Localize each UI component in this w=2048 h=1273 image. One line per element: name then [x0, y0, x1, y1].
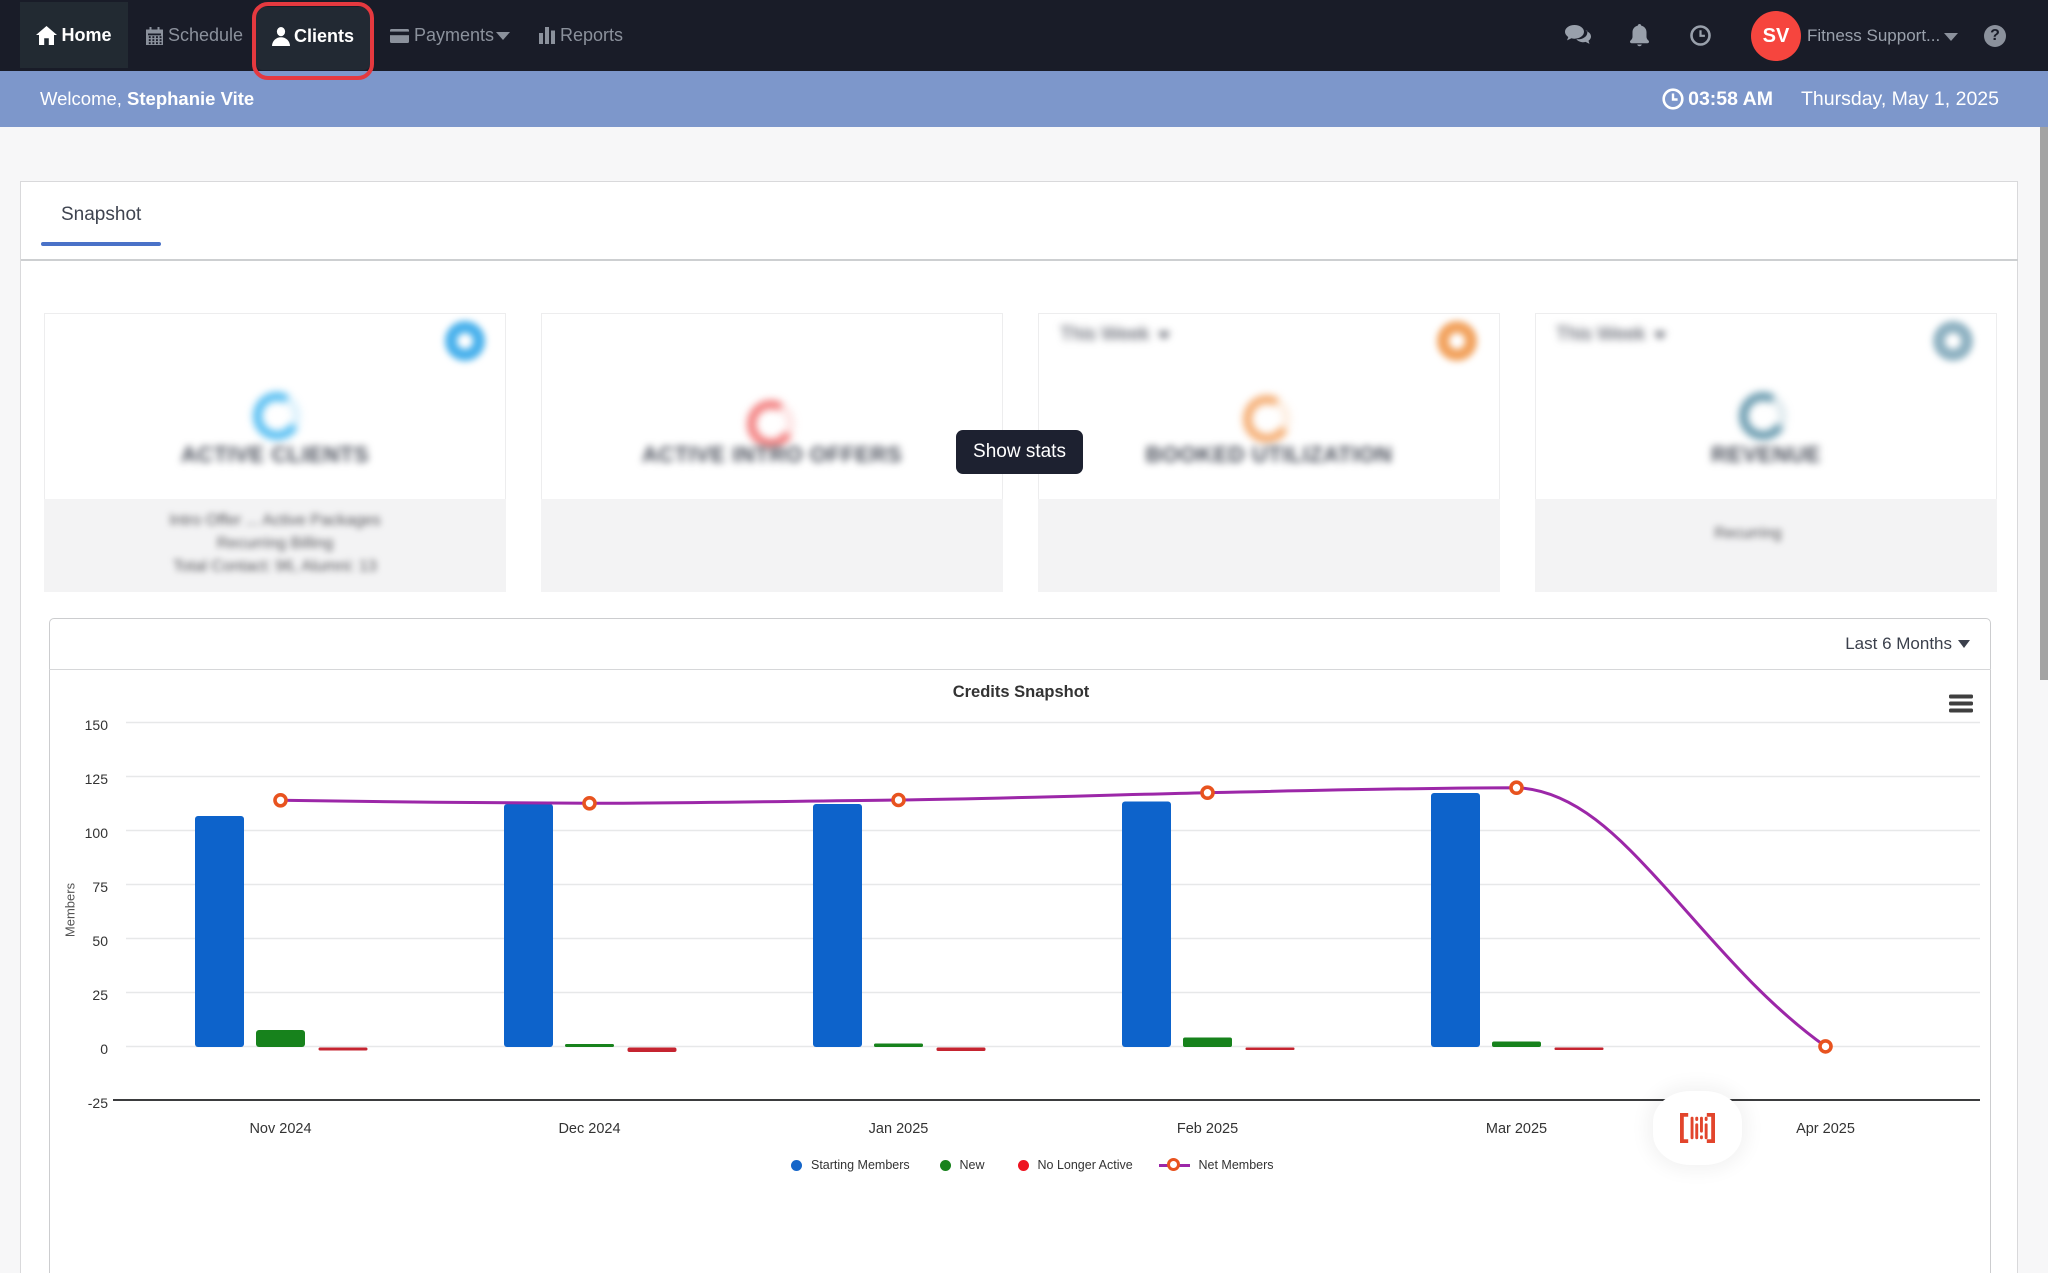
- svg-text:Mar 2025: Mar 2025: [1486, 1121, 1547, 1137]
- svg-text:0: 0: [100, 1041, 108, 1057]
- svg-text:Jan 2025: Jan 2025: [869, 1121, 929, 1137]
- svg-text:Credits Snapshot: Credits Snapshot: [953, 683, 1090, 701]
- svg-text:Apr 2025: Apr 2025: [1796, 1121, 1855, 1137]
- svg-text:Feb 2025: Feb 2025: [1177, 1121, 1238, 1137]
- svg-text:Nov 2024: Nov 2024: [249, 1121, 311, 1137]
- svg-text:150: 150: [85, 717, 109, 733]
- svg-text:Members: Members: [63, 882, 78, 937]
- svg-text:100: 100: [85, 825, 109, 841]
- svg-text:Dec 2024: Dec 2024: [558, 1121, 620, 1137]
- svg-text:-25: -25: [88, 1095, 108, 1111]
- svg-text:75: 75: [92, 879, 108, 895]
- svg-text:50: 50: [92, 933, 108, 949]
- svg-text:125: 125: [85, 771, 109, 787]
- svg-text:25: 25: [92, 987, 108, 1003]
